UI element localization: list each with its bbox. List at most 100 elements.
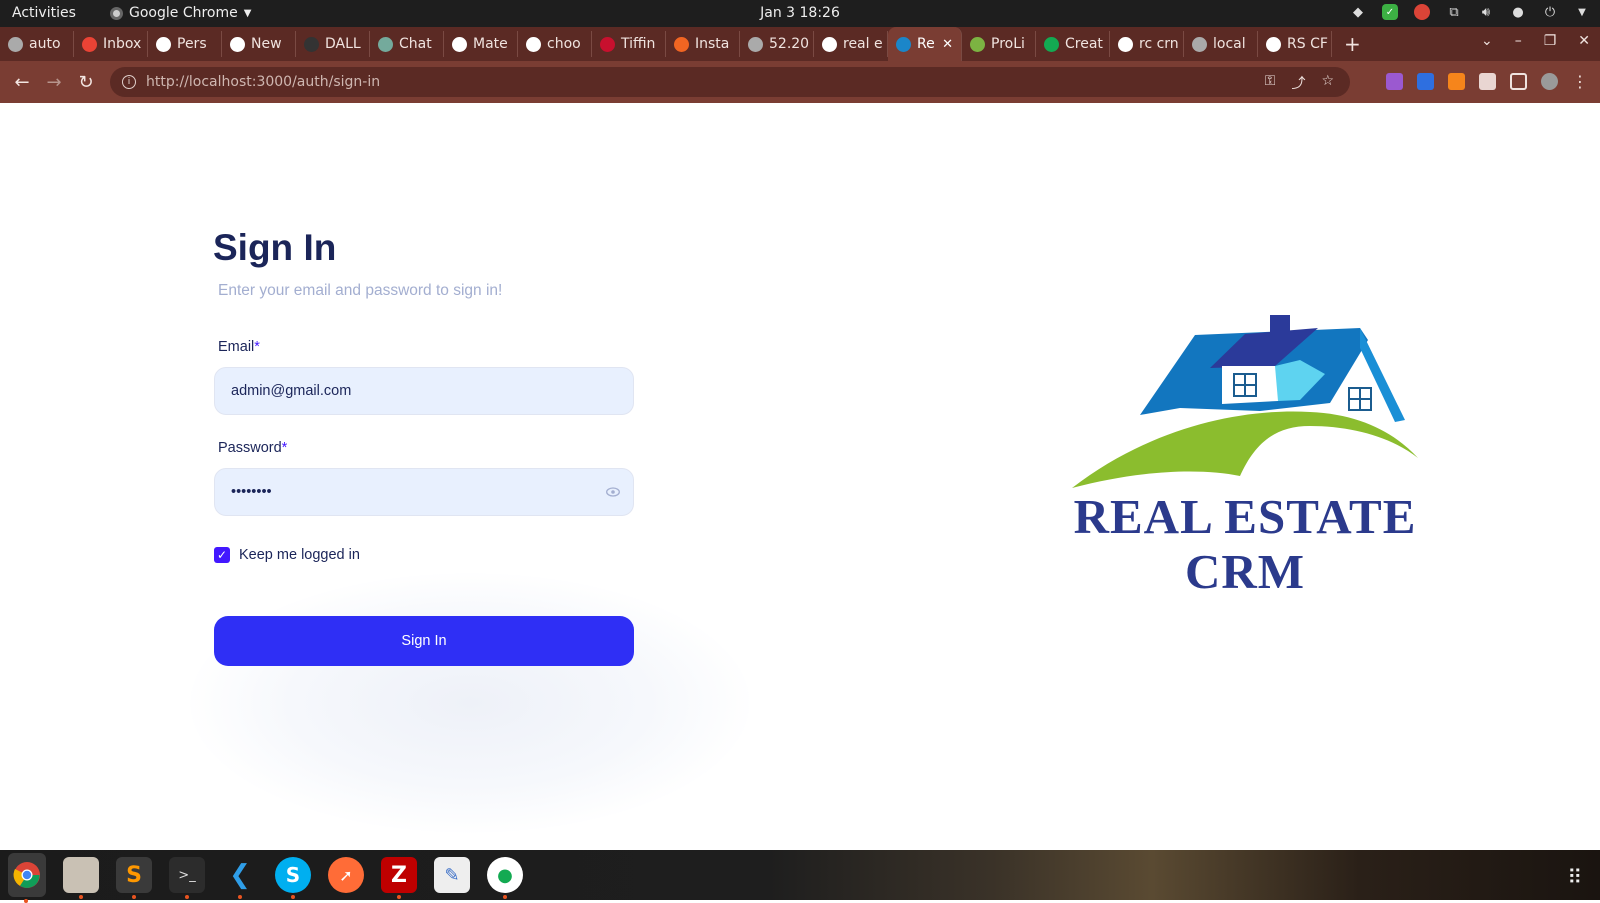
- text-editor-icon[interactable]: ✎: [434, 857, 470, 893]
- tab-favicon-icon: [230, 36, 245, 52]
- taskbar: S >_ ❮ S ➚ Z ✎ ● ⠿: [0, 850, 1600, 903]
- tab-label: rc crn: [1139, 36, 1179, 52]
- chrome-tray-icon[interactable]: [1414, 4, 1430, 20]
- chevron-down-icon[interactable]: ▼: [1574, 4, 1590, 20]
- system-top-bar: Activities Google Chrome ▼ Jan 3 18:26 ◆…: [0, 0, 1600, 27]
- logo-title-line2: CRM: [1184, 544, 1306, 599]
- required-mark: *: [254, 339, 260, 355]
- tab[interactable]: auto: [0, 31, 74, 57]
- tab[interactable]: Tiffin: [592, 31, 666, 57]
- side-panel-icon[interactable]: [1510, 73, 1527, 90]
- tab[interactable]: Creat: [1036, 31, 1110, 57]
- tab-label: Inbox: [103, 36, 142, 52]
- running-indicator: [79, 895, 83, 899]
- reload-icon[interactable]: ↻: [70, 72, 102, 93]
- password-field[interactable]: ••••••••: [214, 468, 634, 516]
- chevron-down-icon: ▼: [243, 7, 252, 19]
- sublime-text-icon[interactable]: S: [116, 857, 152, 899]
- app-menu[interactable]: Google Chrome ▼: [110, 5, 251, 21]
- tab-search-icon[interactable]: ⌄: [1481, 33, 1493, 49]
- puzzle-icon[interactable]: [1479, 73, 1496, 90]
- tab-favicon-icon: [156, 36, 171, 52]
- keep-logged-in[interactable]: ✓ Keep me logged in: [214, 547, 360, 563]
- chrome-icon[interactable]: [8, 853, 46, 903]
- tab[interactable]: choo: [518, 31, 592, 57]
- tab-label: 52.20: [769, 36, 810, 52]
- postman-icon[interactable]: ➚: [328, 857, 364, 893]
- tab-favicon-icon: [378, 36, 393, 52]
- tab[interactable]: Inbox: [74, 31, 148, 57]
- running-indicator: [503, 895, 507, 899]
- star-icon[interactable]: ☆: [1321, 73, 1334, 93]
- running-indicator: [185, 895, 189, 899]
- vscode-icon[interactable]: ❮: [222, 857, 258, 899]
- shield-extension-icon[interactable]: [1417, 73, 1434, 90]
- tab[interactable]: ProLi: [962, 31, 1036, 57]
- vpn-shield-icon[interactable]: ✓: [1382, 4, 1398, 20]
- required-mark: *: [281, 440, 288, 456]
- microphone-icon[interactable]: ●: [1510, 4, 1526, 20]
- menu-icon[interactable]: ⋮: [1572, 72, 1588, 91]
- tab-favicon-icon: [896, 36, 911, 52]
- tab[interactable]: local: [1184, 31, 1258, 57]
- share-icon[interactable]: ⤴: [1291, 73, 1305, 93]
- volume-icon[interactable]: 🔊︎: [1478, 4, 1494, 20]
- activities-button[interactable]: Activities: [12, 5, 76, 21]
- keep-logged-in-checkbox[interactable]: ✓: [214, 547, 230, 563]
- tab[interactable]: RS CF: [1258, 31, 1332, 57]
- tab[interactable]: 52.20: [740, 31, 814, 57]
- feather-extension-icon[interactable]: [1386, 73, 1403, 90]
- system-tray[interactable]: ◆ ✓ ⧉ 🔊︎ ● ⏻ ▼: [1350, 4, 1590, 20]
- tab[interactable]: New: [222, 31, 296, 57]
- tab-label: Re: [917, 36, 935, 52]
- tab-favicon-icon: [1192, 36, 1207, 52]
- restore-icon[interactable]: ❐: [1544, 33, 1557, 49]
- network-icon[interactable]: ⧉: [1446, 4, 1462, 20]
- address-bar[interactable]: i http://localhost:3000/auth/sign-in ⚿ ⤴…: [110, 67, 1350, 97]
- tab-label: RS CF: [1287, 36, 1328, 52]
- email-field[interactable]: admin@gmail.com: [214, 367, 634, 415]
- tab[interactable]: rc crn: [1110, 31, 1184, 57]
- key-icon[interactable]: ⚿: [1265, 73, 1276, 93]
- filezilla-icon[interactable]: Z: [381, 857, 417, 899]
- minimize-icon[interactable]: –: [1515, 33, 1522, 49]
- running-indicator: [397, 895, 401, 899]
- omnibox-actions: ⚿ ⤴ ☆: [1265, 73, 1334, 93]
- tab[interactable]: Mate: [444, 31, 518, 57]
- profile-avatar[interactable]: [1541, 73, 1558, 90]
- back-icon[interactable]: ←: [6, 72, 38, 93]
- tab-favicon-icon: [748, 36, 763, 52]
- tab[interactable]: DALL: [296, 31, 370, 57]
- extensions-bar: ⋮: [1386, 72, 1588, 91]
- new-tab-button[interactable]: +: [1344, 32, 1361, 56]
- metamask-icon[interactable]: [1448, 73, 1465, 90]
- site-info-icon[interactable]: i: [122, 75, 136, 89]
- eye-icon[interactable]: [605, 484, 621, 500]
- running-indicator: [291, 895, 295, 899]
- mongodb-compass-icon[interactable]: ●: [487, 857, 523, 899]
- tab[interactable]: Pers: [148, 31, 222, 57]
- tab[interactable]: Chat: [370, 31, 444, 57]
- dropbox-icon[interactable]: ◆: [1350, 4, 1366, 20]
- files-icon[interactable]: [63, 857, 99, 899]
- app-menu-label: Google Chrome: [129, 5, 238, 21]
- tab-label: local: [1213, 36, 1246, 52]
- power-icon[interactable]: ⏻: [1542, 4, 1558, 20]
- tab-favicon-icon: [304, 36, 319, 52]
- tab[interactable]: real e: [814, 31, 888, 57]
- running-indicator: [132, 895, 136, 899]
- tab-favicon-icon: [1044, 36, 1059, 52]
- tab-favicon-icon: [1118, 36, 1133, 52]
- tab-favicon-icon: [452, 36, 467, 52]
- show-applications-icon[interactable]: ⠿: [1567, 865, 1582, 889]
- close-tab-icon[interactable]: ✕: [942, 37, 953, 52]
- tab-active[interactable]: Re ✕: [888, 27, 962, 61]
- password-label-text: Password: [218, 440, 282, 456]
- close-window-icon[interactable]: ✕: [1578, 33, 1590, 49]
- skype-icon[interactable]: S: [275, 857, 311, 899]
- chrome-icon: [110, 6, 123, 20]
- forward-icon[interactable]: →: [38, 72, 70, 93]
- terminal-icon[interactable]: >_: [169, 857, 205, 899]
- tab[interactable]: Insta: [666, 31, 740, 57]
- sign-in-button[interactable]: Sign In: [214, 616, 634, 666]
